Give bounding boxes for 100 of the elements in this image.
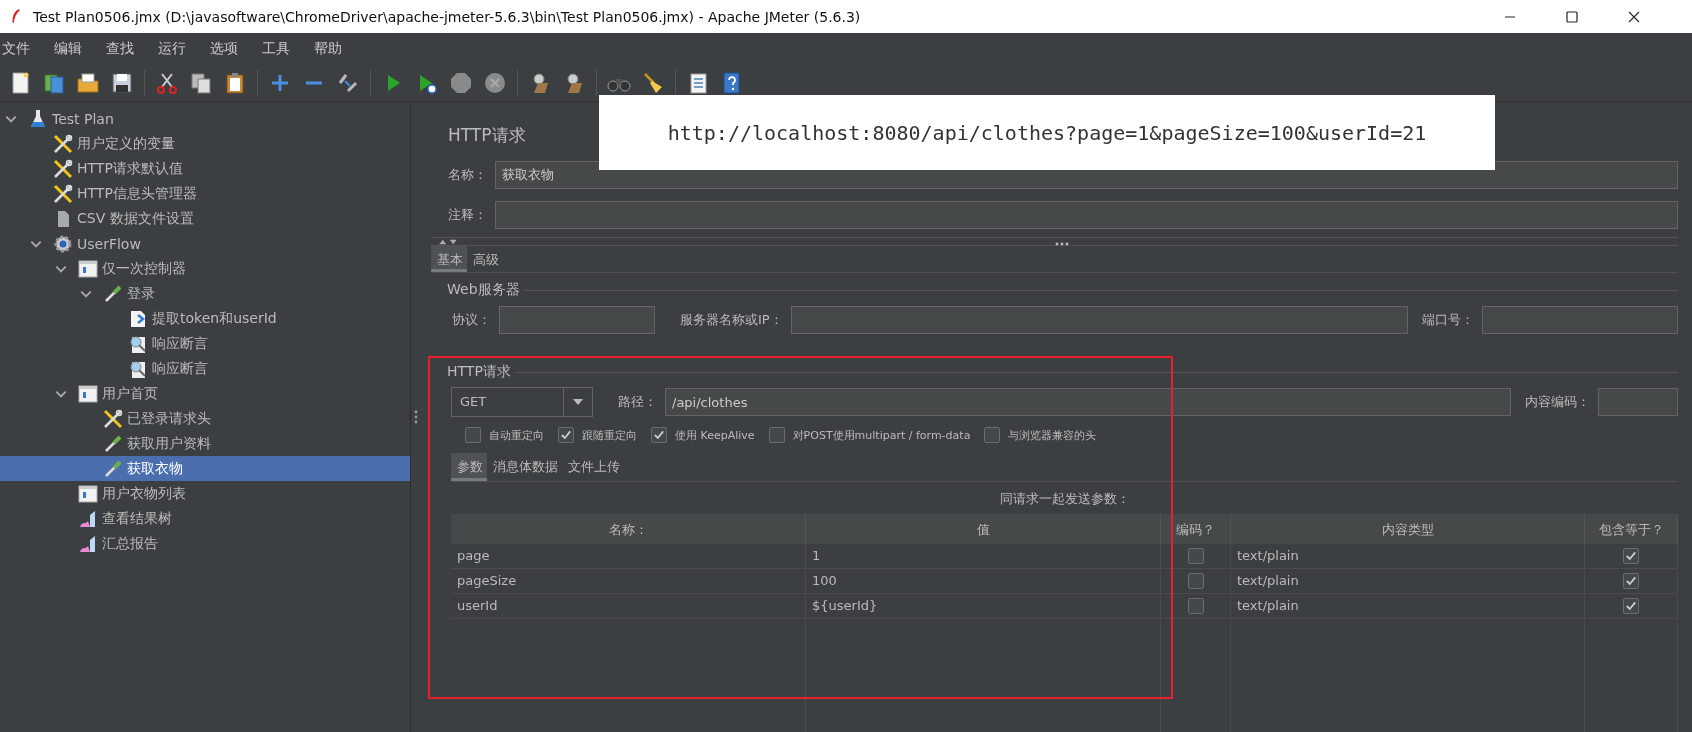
menu-item[interactable]: 运行 bbox=[155, 40, 195, 58]
tree-label: Test Plan bbox=[52, 110, 114, 127]
tree-item[interactable]: HTTP信息头管理器 bbox=[0, 181, 410, 206]
magnifier-icon bbox=[128, 333, 148, 354]
checkbox[interactable] bbox=[1187, 573, 1204, 589]
protocol-field[interactable] bbox=[499, 306, 655, 334]
column-header[interactable]: 值 bbox=[806, 514, 1161, 544]
drag-handle-icon[interactable] bbox=[414, 410, 418, 424]
open-folder-icon[interactable] bbox=[76, 71, 100, 95]
field-label: 服务器名称或IP： bbox=[679, 311, 783, 329]
checkbox[interactable] bbox=[1623, 598, 1639, 614]
column-header[interactable]: 内容类型 bbox=[1231, 514, 1585, 544]
group-title: HTTP请求 bbox=[447, 363, 511, 381]
tree-item[interactable]: HTTP请求默认值 bbox=[0, 156, 410, 181]
gear-icon bbox=[53, 233, 73, 254]
tree-item[interactable]: 登录 bbox=[0, 281, 410, 306]
encoding-field[interactable] bbox=[1598, 388, 1678, 416]
checkbox[interactable] bbox=[1623, 573, 1639, 589]
tab[interactable]: 参数 bbox=[451, 453, 487, 481]
tree-item[interactable]: 汇总报告 bbox=[0, 531, 410, 556]
tree-label: HTTP信息头管理器 bbox=[77, 184, 197, 203]
save-icon[interactable] bbox=[110, 71, 134, 95]
checkbox[interactable] bbox=[1623, 548, 1639, 564]
column-header[interactable]: 名称： bbox=[451, 514, 806, 544]
tree-item[interactable]: 获取衣物 bbox=[0, 456, 410, 481]
table-cell: page bbox=[451, 544, 806, 568]
tree-item[interactable]: Test Plan bbox=[0, 106, 410, 131]
tab[interactable]: 文件上传 bbox=[562, 453, 624, 481]
tree-item[interactable]: 提取token和userId bbox=[0, 306, 410, 331]
toggle-icon[interactable] bbox=[336, 71, 360, 95]
paste-icon[interactable] bbox=[223, 71, 247, 95]
tree-item[interactable]: 查看结果树 bbox=[0, 506, 410, 531]
table-cell: text/plain bbox=[1231, 569, 1585, 593]
tree-item[interactable]: 响应断言 bbox=[0, 356, 410, 381]
checkbox-label: 自动重定向 bbox=[489, 427, 544, 443]
pipette-icon bbox=[103, 433, 123, 454]
tree-item[interactable]: 已登录请求头 bbox=[0, 406, 410, 431]
column-header[interactable]: 包含等于？ bbox=[1585, 514, 1678, 544]
tree-item[interactable]: 用户定义的变量 bbox=[0, 131, 410, 156]
cut-icon[interactable] bbox=[155, 71, 179, 95]
menu-item[interactable]: 文件 bbox=[0, 40, 39, 58]
tree-item[interactable]: CSV 数据文件设置 bbox=[0, 206, 410, 231]
copy-icon[interactable] bbox=[189, 71, 213, 95]
tools-icon bbox=[53, 133, 73, 154]
checkbox[interactable] bbox=[984, 427, 1001, 443]
field-label: 内容编码： bbox=[1524, 393, 1590, 411]
tree-label: 响应断言 bbox=[152, 359, 208, 378]
checkbox-label: 使用 KeepAlive bbox=[675, 427, 755, 443]
tree-label: 已登录请求头 bbox=[127, 409, 211, 428]
controller-icon bbox=[78, 383, 98, 404]
port-field[interactable] bbox=[1482, 306, 1678, 334]
comment-field[interactable] bbox=[495, 201, 1678, 229]
table-cell: 100 bbox=[806, 569, 1161, 593]
method-dropdown[interactable]: GET bbox=[451, 387, 593, 417]
tree-item[interactable]: UserFlow bbox=[0, 231, 410, 256]
tree-label: 用户定义的变量 bbox=[77, 134, 175, 153]
path-field[interactable]: /api/clothes bbox=[665, 388, 1511, 416]
checkbox[interactable] bbox=[1187, 548, 1204, 564]
collapse-arrows-icon[interactable] bbox=[437, 238, 459, 245]
table-caption: 同请求一起发送参数： bbox=[998, 490, 1131, 508]
tree-item[interactable]: 用户衣物列表 bbox=[0, 481, 410, 506]
tree-item[interactable]: 响应断言 bbox=[0, 331, 410, 356]
menu-item[interactable]: 帮助 bbox=[311, 40, 351, 58]
menu-item[interactable]: 选项 bbox=[207, 40, 247, 58]
close-icon[interactable] bbox=[1628, 10, 1640, 23]
magnifier-icon bbox=[128, 358, 148, 379]
tree-item[interactable]: 获取用户资料 bbox=[0, 431, 410, 456]
tab[interactable]: 高级 bbox=[467, 246, 503, 272]
menu-item[interactable]: 工具 bbox=[259, 40, 299, 58]
chart-icon bbox=[78, 508, 98, 529]
field-label: 注释： bbox=[447, 206, 487, 224]
table-cell: pageSize bbox=[451, 569, 806, 593]
tree-label: 获取用户资料 bbox=[127, 434, 211, 453]
tab[interactable]: 消息体数据 bbox=[487, 453, 562, 481]
tools-icon bbox=[103, 408, 123, 429]
column-header[interactable]: 编码？ bbox=[1161, 514, 1231, 544]
tree-item[interactable]: 用户首页 bbox=[0, 381, 410, 406]
shutdown-icon[interactable] bbox=[483, 71, 507, 95]
tree-label: UserFlow bbox=[77, 235, 141, 252]
checkbox-label: 与浏览器兼容的头 bbox=[1008, 427, 1097, 443]
checkbox[interactable] bbox=[1187, 598, 1204, 614]
template-icon[interactable] bbox=[42, 71, 66, 95]
pipette-icon bbox=[103, 283, 123, 304]
server-field[interactable] bbox=[790, 306, 1408, 334]
maximize-icon[interactable] bbox=[1566, 10, 1578, 23]
checkbox-label: 对POST使用multipart / form-data bbox=[792, 427, 971, 443]
tree-label: 汇总报告 bbox=[102, 534, 158, 553]
menu-item[interactable]: 查找 bbox=[103, 40, 143, 58]
checkbox[interactable] bbox=[558, 427, 574, 443]
broom-icon[interactable] bbox=[641, 71, 665, 95]
checkbox[interactable] bbox=[465, 427, 481, 443]
checkbox[interactable] bbox=[651, 427, 667, 443]
stop-icon[interactable] bbox=[449, 71, 473, 95]
tree-item[interactable]: 仅一次控制器 bbox=[0, 256, 410, 281]
menu-item[interactable]: 编辑 bbox=[51, 40, 91, 58]
checkbox[interactable] bbox=[768, 427, 785, 443]
field-label: 协议： bbox=[451, 311, 491, 329]
tab[interactable]: 基本 bbox=[431, 246, 467, 272]
tree-label: 查看结果树 bbox=[102, 509, 172, 528]
drag-handle-icon[interactable] bbox=[1054, 242, 1069, 246]
